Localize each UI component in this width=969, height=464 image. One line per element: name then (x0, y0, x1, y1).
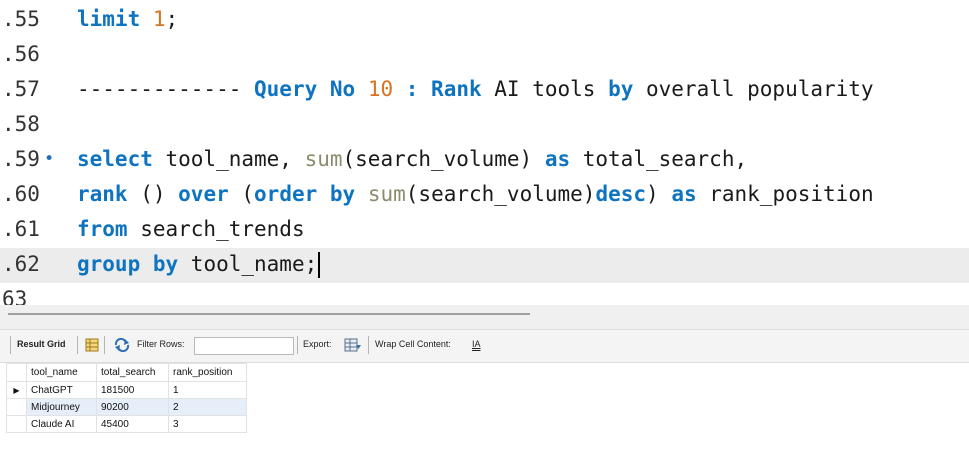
code-token: rank (77, 182, 128, 206)
line-number: .55 (2, 7, 40, 31)
export-label: Export: (303, 339, 332, 349)
text-cursor (318, 252, 321, 278)
code-token: rank_position (696, 182, 874, 206)
code-text[interactable]: ------------- Query No 10 : Rank AI tool… (77, 77, 874, 101)
cell-tool-name[interactable]: ChatGPT (26, 381, 97, 399)
code-token: ) (646, 182, 672, 206)
code-token: tool_name, (152, 147, 305, 171)
cell-rank-position[interactable]: 2 (168, 398, 247, 416)
code-token: () (127, 182, 179, 206)
grid-view-icon[interactable] (85, 338, 99, 352)
code-text[interactable]: from search_trends (77, 217, 305, 241)
sql-editor[interactable]: .55 limit 1; .56 .57 ------------- Query No … (0, 0, 969, 305)
code-token: select (77, 147, 153, 171)
code-text[interactable]: select tool_name, sum(search_volume) as … (77, 147, 747, 171)
code-token: as (671, 182, 697, 206)
cell-total-search[interactable]: 90200 (96, 398, 169, 416)
code-token: from (77, 217, 128, 241)
line-number: .60 (2, 182, 40, 206)
code-token: (search_volume) (342, 147, 545, 171)
table-row[interactable]: Midjourney 90200 2 (6, 398, 247, 416)
row-marker (6, 415, 27, 433)
code-token: 1 (152, 7, 166, 31)
cell-rank-position[interactable]: 3 (168, 415, 247, 433)
code-token: Rank (431, 77, 482, 101)
code-line[interactable]: .59 • select tool_name, sum(search_volume)… (0, 143, 969, 178)
cell-total-search[interactable]: 181500 (96, 381, 169, 399)
code-token: desc (595, 182, 647, 206)
selected-row-icon: ▶ (6, 381, 27, 399)
scrollbar-thumb[interactable] (8, 313, 530, 315)
statement-marker-icon: • (44, 149, 55, 169)
editor-horizontal-scrollbar[interactable] (0, 305, 969, 329)
column-header-total-search[interactable]: total_search (96, 363, 169, 382)
code-token: (search_volume) (405, 182, 596, 206)
code-token: ( (228, 182, 255, 206)
code-token: 10 (367, 77, 394, 101)
code-token: as (544, 147, 571, 171)
line-number: .56 (2, 42, 40, 66)
result-table: tool_name total_search rank_position ▶ C… (6, 363, 247, 433)
line-number: 63 (2, 287, 28, 305)
table-row[interactable]: ▶ ChatGPT 181500 1 (6, 381, 247, 399)
toolbar-separator (10, 336, 11, 354)
code-token: over (178, 182, 229, 206)
code-line[interactable]: 63 (0, 283, 969, 305)
filter-rows-input[interactable] (194, 337, 294, 355)
code-line[interactable]: .62 group by tool_name; (0, 248, 969, 283)
row-marker-header (6, 363, 27, 382)
line-number: .61 (2, 217, 40, 241)
code-line[interactable]: .56 (0, 38, 969, 73)
code-token: sum (304, 147, 343, 171)
wrap-cell-label: Wrap Cell Content: (375, 339, 451, 349)
result-toolbar: Result Grid Filter Rows: Export: Wrap Ce… (0, 329, 969, 363)
code-text[interactable]: limit 1; (77, 7, 178, 31)
code-token: overall popularity (633, 77, 874, 101)
toolbar-separator (368, 336, 369, 354)
code-line[interactable]: .58 (0, 108, 969, 143)
row-marker (6, 398, 27, 416)
code-line[interactable]: .60 rank () over (order by sum(search_vol… (0, 178, 969, 213)
code-line[interactable]: .55 limit 1; (0, 3, 969, 38)
code-token: AI tools (481, 77, 609, 101)
wrap-cell-icon[interactable]: IA (472, 339, 481, 349)
code-token: sum (367, 182, 406, 206)
line-number: .62 (2, 252, 40, 276)
code-token: ; (165, 7, 179, 31)
result-grid: tool_name total_search rank_position ▶ C… (6, 363, 247, 433)
header-row: tool_name total_search rank_position (6, 363, 247, 382)
code-text[interactable]: group by tool_name; (77, 252, 321, 278)
refresh-icon[interactable] (114, 337, 130, 353)
filter-rows-label: Filter Rows: (137, 339, 185, 349)
line-number: .59 (2, 147, 40, 171)
cell-total-search[interactable]: 45400 (96, 415, 169, 433)
table-row[interactable]: Claude AI 45400 3 (6, 415, 247, 433)
code-token: order by (254, 182, 356, 206)
code-token: search_trends (127, 217, 305, 241)
toolbar-separator (77, 336, 78, 354)
code-token: total_search, (570, 147, 748, 171)
code-text[interactable]: rank () over (order by sum(search_volume… (77, 182, 874, 206)
code-line[interactable]: .57 ------------- Query No 10 : Rank AI t… (0, 73, 969, 108)
code-token: tool_name; (178, 252, 318, 276)
line-number: .58 (2, 112, 40, 136)
cell-rank-position[interactable]: 1 (168, 381, 247, 399)
toolbar-separator (104, 336, 105, 354)
export-icon[interactable] (344, 338, 361, 352)
code-token: ------------- (77, 77, 255, 101)
code-token: group by (77, 252, 179, 276)
cell-tool-name[interactable]: Claude AI (26, 415, 97, 433)
code-token: : (393, 77, 432, 101)
cell-tool-name[interactable]: Midjourney (26, 398, 97, 416)
code-token: by (608, 77, 634, 101)
line-number: .57 (2, 77, 40, 101)
column-header-tool-name[interactable]: tool_name (26, 363, 97, 382)
result-grid-label[interactable]: Result Grid (17, 339, 66, 349)
code-line[interactable]: .61 from search_trends (0, 213, 969, 248)
code-token: Query No (254, 77, 368, 101)
code-token: limit (77, 7, 153, 31)
toolbar-separator (297, 336, 298, 354)
column-header-rank-position[interactable]: rank_position (168, 363, 247, 382)
